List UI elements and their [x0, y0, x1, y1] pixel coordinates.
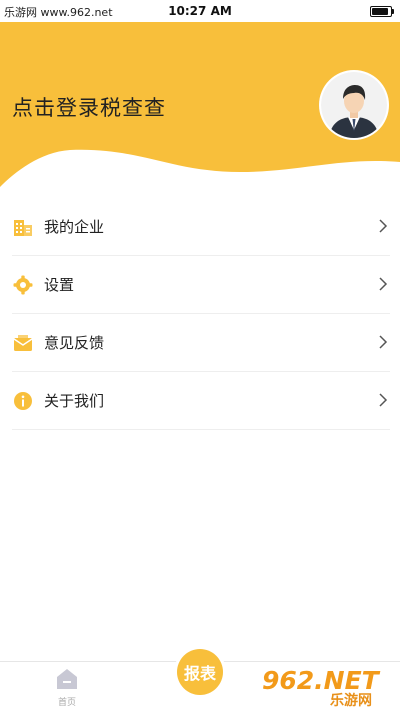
status-bar: 乐游网 www.962.net 10:27 AM — [0, 0, 400, 22]
menu-label: 我的企业 — [44, 218, 105, 236]
building-icon — [12, 216, 34, 238]
tab-report-button[interactable]: 报表 — [177, 649, 223, 695]
battery-level — [372, 8, 389, 15]
menu-label: 设置 — [44, 276, 75, 294]
user-avatar-icon — [321, 72, 387, 138]
chevron-right-icon — [379, 219, 388, 233]
menu-label: 关于我们 — [44, 392, 105, 410]
chevron-right-icon — [379, 393, 388, 407]
chevron-right-icon — [379, 335, 388, 349]
settings-menu: 我的企业 设置 意见反馈 关于我们 — [12, 198, 390, 430]
menu-item-about[interactable]: 关于我们 — [12, 372, 390, 430]
watermark-logo: 962.NET 乐游网 — [262, 666, 400, 709]
menu-item-feedback[interactable]: 意见反馈 — [12, 314, 390, 372]
login-prompt[interactable]: 点击登录税查查 — [12, 92, 166, 122]
gear-icon — [12, 274, 34, 296]
tab-home[interactable]: 首页 — [44, 668, 90, 708]
info-icon — [12, 390, 34, 412]
menu-item-my-company[interactable]: 我的企业 — [12, 198, 390, 256]
envelope-icon — [12, 332, 34, 354]
avatar[interactable] — [321, 72, 387, 138]
tab-bar: 首页 报表 962.NET 乐游网 — [0, 649, 400, 710]
chevron-right-icon — [379, 277, 388, 291]
menu-item-settings[interactable]: 设置 — [12, 256, 390, 314]
battery-icon — [370, 6, 394, 17]
home-icon — [57, 669, 77, 689]
status-time: 10:27 AM — [168, 4, 232, 18]
menu-label: 意见反馈 — [44, 334, 105, 352]
tab-home-label: 首页 — [57, 698, 76, 708]
watermark-sub-text: 乐游网 — [330, 693, 372, 709]
